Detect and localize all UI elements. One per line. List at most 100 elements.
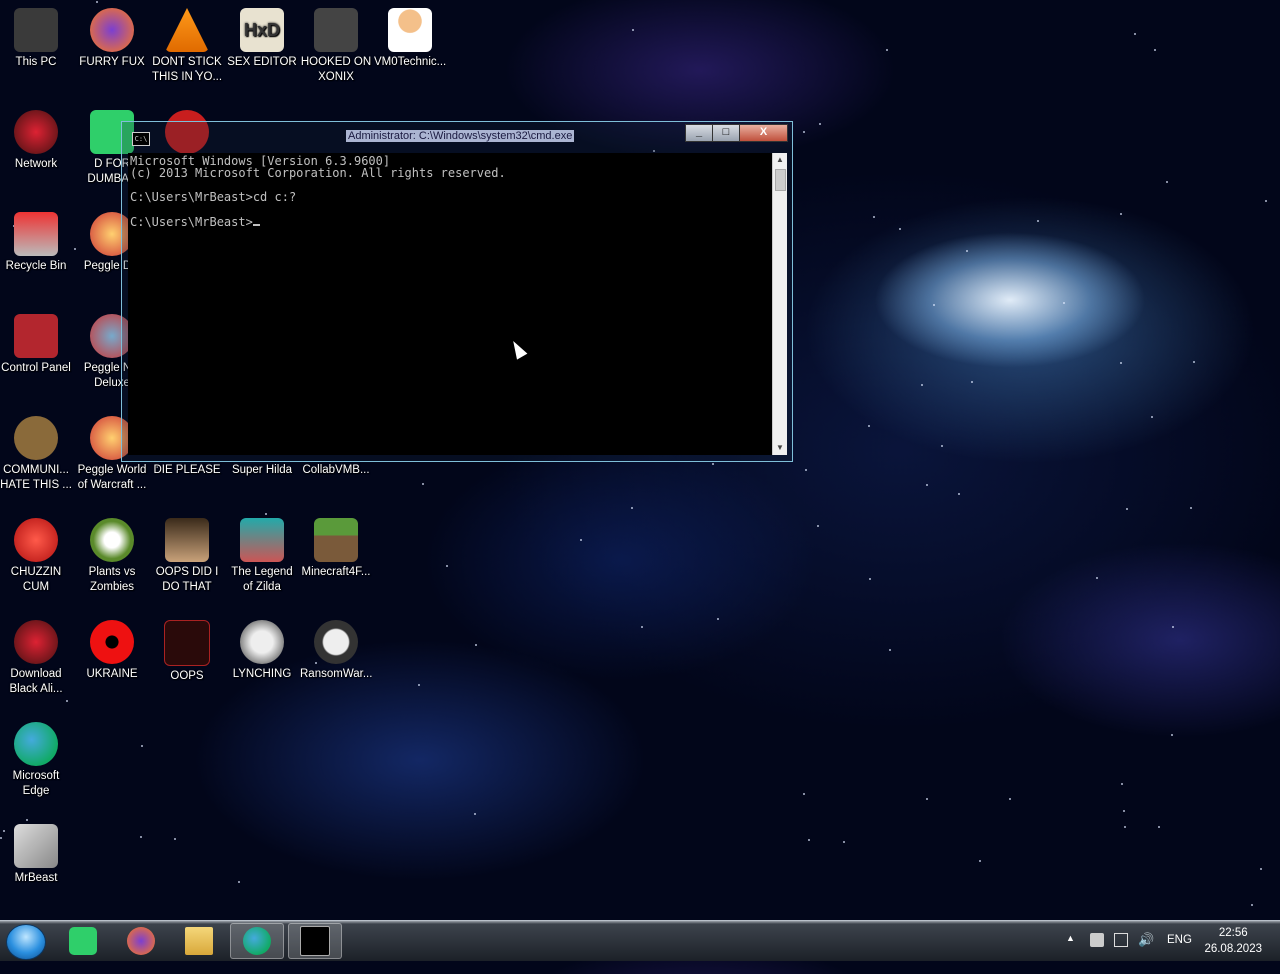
star [1096, 577, 1098, 579]
star [819, 123, 821, 125]
clock[interactable]: 22:56 26.08.2023 [1204, 925, 1262, 957]
cmd-console-output[interactable]: Microsoft Windows [Version 6.3.9600] (c) … [128, 153, 772, 455]
desktop-icon-legend-of-zilda[interactable]: The Legend of Zilda [226, 514, 298, 595]
star [803, 131, 805, 133]
taskbar-edge[interactable] [230, 923, 284, 959]
console-line: C:\Users\MrBeast>cd c:? [130, 190, 297, 204]
desktop-icon-dont-stick[interactable]: DONT STICK THIS IN YO... [151, 4, 223, 85]
desktop-icon-oops[interactable]: OOPS [151, 616, 223, 684]
star [1190, 507, 1192, 509]
star [873, 216, 875, 218]
star [1172, 626, 1174, 628]
star [712, 463, 714, 465]
star [1063, 302, 1065, 304]
star [803, 793, 805, 795]
taskbar-cmd[interactable] [288, 923, 342, 959]
star [1154, 49, 1156, 51]
star [1120, 362, 1122, 364]
desktop-icon-minecraft4f[interactable]: Minecraft4F... [300, 514, 372, 580]
flower-icon [90, 518, 134, 562]
show-hidden-icons-icon[interactable]: ▲ [1066, 933, 1075, 973]
cmd-system-icon[interactable]: C:\ [132, 132, 150, 146]
desktop-icon-ukraine[interactable]: UKRAINE [76, 616, 148, 682]
star [174, 838, 176, 840]
star [418, 684, 420, 686]
star [632, 29, 634, 31]
desktop-icon-communi[interactable]: COMMUNI... HATE THIS ... [0, 412, 72, 493]
download-icon [14, 620, 58, 664]
star [717, 618, 719, 620]
desktop-icon-network[interactable]: Network [0, 106, 72, 172]
scroll-thumb[interactable] [775, 169, 786, 191]
desktop-icon-sex-editor[interactable]: HxD SEX EDITOR [226, 4, 298, 70]
cmd-titlebar[interactable]: C:\ Administrator: C:\Windows\system32\c… [122, 122, 792, 152]
language-indicator[interactable]: ENG [1167, 934, 1192, 974]
notes-app-icon [69, 927, 97, 955]
star [933, 304, 935, 306]
star [1120, 213, 1122, 215]
oops-icon [164, 620, 210, 666]
star [1121, 783, 1123, 785]
start-button[interactable] [6, 924, 46, 960]
star [1037, 220, 1039, 222]
desktop-icon-this-pc[interactable]: This PC [0, 4, 72, 70]
scroll-up-arrow-icon[interactable]: ▲ [773, 153, 787, 167]
console-line: (c) 2013 Microsoft Corporation. All righ… [130, 166, 506, 180]
folder-icon [185, 927, 213, 955]
minimize-button[interactable]: _ [685, 124, 713, 142]
desktop-icon-control-panel[interactable]: Control Panel [0, 310, 72, 376]
star [941, 445, 943, 447]
star [1123, 810, 1125, 812]
star [1158, 826, 1160, 828]
cmd-icon [300, 926, 330, 956]
taskbar-file-explorer[interactable] [172, 923, 226, 959]
desktop-icon-furry-fux[interactable]: FURRY FUX [76, 4, 148, 70]
volume-icon[interactable]: 🔊 [1138, 932, 1154, 972]
desktop-icon-microsoft-edge[interactable]: Microsoft Edge [0, 718, 72, 799]
star [1193, 361, 1195, 363]
taskbar: ▲ 🔊 ENG 22:56 26.08.2023 [0, 920, 1280, 961]
scroll-down-arrow-icon[interactable]: ▼ [773, 441, 787, 455]
desktop-icon-plants-vs-zombies[interactable]: Plants vs Zombies [76, 514, 148, 595]
desktop-icon-mrbeast[interactable]: MrBeast [0, 820, 72, 886]
cmd-window[interactable]: C:\ Administrator: C:\Windows\system32\c… [121, 121, 793, 462]
star [899, 228, 901, 230]
star [966, 250, 968, 252]
star [921, 384, 923, 386]
cmd-scrollbar[interactable]: ▲ ▼ [772, 153, 787, 455]
star [238, 881, 240, 883]
star [843, 841, 845, 843]
action-center-flag-icon[interactable] [1090, 933, 1104, 947]
person-icon [388, 8, 432, 52]
star [1251, 904, 1253, 906]
desktop-icon-lynching[interactable]: LYNCHING [226, 616, 298, 682]
desktop-icon-oops-did-i[interactable]: OOPS DID I DO THAT [151, 514, 223, 595]
desktop-icon-vm0technic[interactable]: VM0Technic... [374, 4, 446, 70]
firefox-icon [127, 927, 155, 955]
star [868, 425, 870, 427]
star [641, 626, 643, 628]
star [1171, 734, 1173, 736]
control-panel-icon [14, 314, 58, 358]
desktop-icon-ransomwar[interactable]: RansomWar... [300, 616, 372, 682]
star [1009, 798, 1011, 800]
star [140, 836, 142, 838]
desktop-icon-chuzzin-cum[interactable]: CHUZZIN CUM [0, 514, 72, 595]
mrbeast-icon [14, 824, 58, 868]
taskbar-notes[interactable] [56, 923, 110, 959]
taskbar-firefox[interactable] [114, 923, 168, 959]
desktop-icon-hooked-on-xonix[interactable]: HOOKED ON XONIX [300, 4, 372, 85]
xonix-icon [314, 8, 358, 52]
star [66, 700, 68, 702]
maximize-button[interactable]: □ [712, 124, 740, 142]
star [926, 484, 928, 486]
star [446, 565, 448, 567]
network-tray-icon[interactable] [1114, 933, 1128, 947]
hxd-icon: HxD [240, 8, 284, 52]
desktop-icon-recycle-bin[interactable]: Recycle Bin [0, 208, 72, 274]
star [1260, 868, 1262, 870]
close-button[interactable]: X [739, 124, 788, 142]
clock-time: 22:56 [1218, 927, 1248, 939]
desktop-icon-download-black[interactable]: Download Black Ali... [0, 616, 72, 697]
